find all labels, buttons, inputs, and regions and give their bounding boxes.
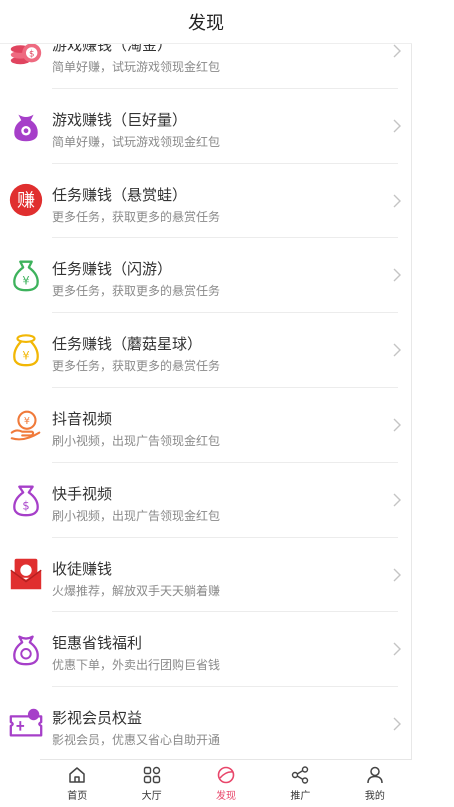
home-icon [69,767,85,783]
svg-text:$: $ [22,498,29,512]
tab-label: 首页 [67,791,88,802]
list-item-task-moguxingqiu[interactable]: ¥ 任务赚钱（蘑菇星球） 更多任务，获取更多的悬赏任务 [13,313,401,388]
top-header: 发现 [0,0,412,44]
chevron-right-icon [393,268,401,282]
svg-text:¥: ¥ [22,274,29,288]
bottom-tab-bar: 首页 大厅 发现 推广 我的 [40,759,412,807]
svg-text:¥: ¥ [24,416,30,427]
chevron-right-icon [393,343,401,357]
tab-home[interactable]: 首页 [40,760,114,807]
chevron-right-icon [393,493,401,507]
list-item-savings[interactable]: 钜惠省钱福利 优惠下单，外卖出行团购巨省钱 [13,612,401,688]
item-subtitle: 更多任务，获取更多的悬赏任务 [52,209,221,224]
tab-label: 推广 [290,791,311,802]
hand-coin-icon: ¥ [0,388,52,462]
item-title: 影视会员权益 [52,709,143,728]
discover-icon [217,766,235,784]
ticket-icon [0,687,52,761]
grid-icon [143,766,160,784]
phone-frame: $ 游戏赚钱（淘金） 简单好赚，试玩游戏领现金红包 游戏赚钱（巨好量） 简单好赚… [0,0,412,807]
item-subtitle: 更多任务，获取更多的悬赏任务 [52,359,221,374]
discover-list: $ 游戏赚钱（淘金） 简单好赚，试玩游戏领现金红包 游戏赚钱（巨好量） 简单好赚… [0,14,412,762]
tab-promote[interactable]: 推广 [263,760,337,807]
chevron-right-icon [393,717,401,731]
purple-pouch-icon [0,612,52,686]
list-item-task-shanyou[interactable]: ¥ 任务赚钱（闪游） 更多任务，获取更多的悬赏任务 [13,238,401,314]
list-item-task-xuanshangwa[interactable]: 赚 任务赚钱（悬赏蛙） 更多任务，获取更多的悬赏任务 [9,164,401,239]
tab-hall[interactable]: 大厅 [114,760,188,807]
tab-label: 我的 [364,791,385,802]
tab-mine[interactable]: 我的 [338,760,412,807]
item-title: 任务赚钱（悬赏蛙） [52,185,188,204]
item-subtitle: 火爆推荐，解放双手天天躺着赚 [52,583,221,598]
chevron-right-icon [393,568,401,582]
item-subtitle: 更多任务，获取更多的悬赏任务 [52,284,221,299]
tab-discover[interactable]: 发现 [189,760,263,807]
item-title: 任务赚钱（闪游） [52,260,173,279]
chevron-right-icon [393,44,401,58]
item-subtitle: 优惠下单，外卖出行团购巨省钱 [52,658,221,673]
list-item-recruit[interactable]: 收徒赚钱 火爆推荐，解放双手天天躺着赚 [10,538,401,613]
red-envelope-icon [0,538,52,612]
item-title: 游戏赚钱（巨好量） [52,110,188,129]
item-title: 任务赚钱（蘑菇星球） [52,335,203,354]
item-subtitle: 简单好赚，试玩游戏领现金红包 [52,60,221,74]
tab-label: 发现 [216,791,237,802]
list-item-douyin[interactable]: ¥ 抖音视频 刷小视频，出现广告领现金红包 [10,388,401,463]
item-title: 快手视频 [52,484,113,503]
svg-text:赚: 赚 [17,191,35,212]
chevron-right-icon [393,119,401,133]
list-item-game-juhaoliang[interactable]: 游戏赚钱（巨好量） 简单好赚，试玩游戏领现金红包 [14,89,401,164]
item-title: 抖音视频 [52,409,113,428]
item-subtitle: 影视会员，优惠又省心自助开通 [52,733,221,748]
chevron-right-icon [393,642,401,656]
tab-label: 大厅 [141,791,162,802]
list-item-vip-video[interactable]: 影视会员权益 影视会员，优惠又省心自助开通 [9,687,401,762]
user-icon [367,766,383,784]
item-title: 钜惠省钱福利 [52,634,143,653]
page-title: 发现 [188,12,224,34]
chevron-right-icon [393,418,401,432]
yellow-money-bag-icon: ¥ [0,313,52,387]
item-subtitle: 简单好赚，试玩游戏领现金红包 [52,134,221,149]
red-zhuan-badge-icon: 赚 [0,164,52,238]
green-money-bag-icon: ¥ [0,238,52,312]
purple-money-bag-icon [0,89,52,163]
share-icon [292,766,309,784]
item-subtitle: 刷小视频，出现广告领现金红包 [52,433,221,448]
dollar-bag-icon: $ [0,463,52,537]
item-title: 收徒赚钱 [52,559,113,578]
svg-text:¥: ¥ [22,349,29,363]
item-subtitle: 刷小视频，出现广告领现金红包 [52,508,221,523]
list-item-kuaishou[interactable]: $ 快手视频 刷小视频，出现广告领现金红包 [13,463,401,538]
svg-text:$: $ [29,50,34,60]
chevron-right-icon [393,194,401,208]
